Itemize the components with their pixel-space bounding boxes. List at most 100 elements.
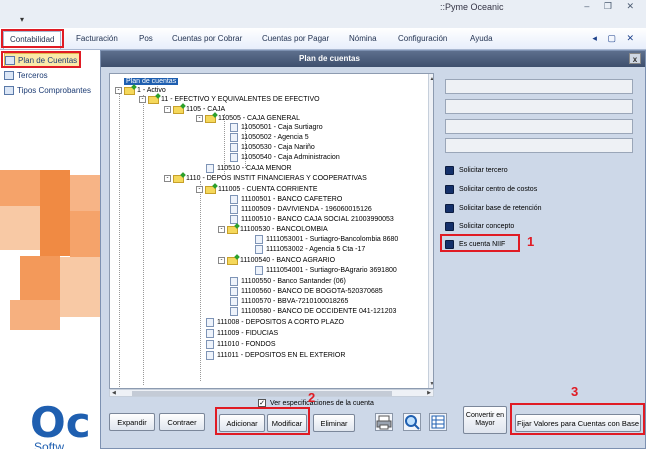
tree-node-label: 111011 - DEPOSITOS EN EL EXTERIOR <box>217 352 346 359</box>
folder-icon <box>173 105 184 114</box>
menu-cuentas-por-pagar[interactable]: Cuentas por Pagar <box>262 34 329 43</box>
menu-ayuda[interactable]: Ayuda <box>470 34 493 43</box>
tree-node-label: 1111054001 - Surtiagro-BAgrario 3691800 <box>266 267 397 274</box>
account-tree[interactable]: Plan de cuentas - 1 - Activo - 11 - EFECTI… <box>109 73 434 389</box>
tree-node[interactable]: 1111054001 - Surtiagro-BAgrario 3691800 <box>255 266 397 275</box>
tree-node[interactable]: 11100550 - Banco Santander (06) <box>230 277 346 286</box>
sidebar-item-tipos-comprobantes[interactable]: Tipos Comprobantes <box>4 83 91 97</box>
collapse-icon[interactable]: - <box>164 106 171 113</box>
tree-node[interactable]: 1111053001 - Surtiagro-Bancolombia 8680 <box>255 235 398 244</box>
tree-node-label: 1 - Activo <box>137 87 166 94</box>
tree-node[interactable]: 11050540 - Caja Administracion <box>230 153 340 162</box>
tree-node-label: 11050502 - Agencia 5 <box>241 134 309 141</box>
tree-horizontal-scrollbar[interactable]: ◀ ▶ <box>109 389 434 397</box>
scroll-up-icon[interactable]: ▲ <box>429 76 433 83</box>
tree-node[interactable]: - 110505 - CAJA GENERAL <box>196 114 300 123</box>
tree-node-label: 11100530 - BANCOLOMBIA <box>240 226 328 233</box>
highlight-contabilidad <box>1 29 64 48</box>
scroll-right-icon[interactable]: ▶ <box>427 390 431 396</box>
modificar-button[interactable]: Modificar <box>267 414 307 432</box>
tree-node[interactable]: 11050501 - Caja Surtiagro <box>230 123 323 132</box>
print-icon[interactable] <box>375 413 393 431</box>
menu-nomina[interactable]: Nómina <box>349 34 377 43</box>
account-field-3[interactable] <box>445 119 633 134</box>
sidebar-item-terceros[interactable]: Terceros <box>4 68 48 82</box>
tree-node[interactable]: 11050530 - Caja Nariño <box>230 143 315 152</box>
menu-pos[interactable]: Pos <box>139 34 153 43</box>
tree-node[interactable]: - 1110 - DEPOS INSTIT FINANCIERAS Y COOPE… <box>164 174 367 183</box>
logo-cube <box>0 170 40 206</box>
tree-node[interactable]: 1111053002 - Agencia 5 Cta -17 <box>255 245 365 254</box>
checkbox[interactable] <box>445 204 454 213</box>
tree-node-label: 11100509 - DAVIVIENDA - 196060015126 <box>241 206 372 213</box>
scroll-thumb[interactable] <box>132 391 392 396</box>
tree-node[interactable]: 111009 - FIDUCIAS <box>206 329 278 338</box>
collapse-icon[interactable]: - <box>115 87 122 94</box>
expandir-button[interactable]: Expandir <box>109 413 155 431</box>
mdi-controls[interactable]: ◂ ▢ ✕ <box>592 33 638 44</box>
table-view-icon[interactable] <box>429 413 447 431</box>
tree-node[interactable]: 110510 - CAJA MENOR <box>206 164 292 173</box>
checkbox[interactable] <box>445 222 454 231</box>
document-icon <box>230 195 238 204</box>
tree-node[interactable]: 11100501 - BANCO CAFETERO <box>230 195 342 204</box>
tree-node[interactable]: 11100570 - BBVA-7210100018265 <box>230 297 348 306</box>
solicitar-tercero-option[interactable]: Solicitar tercero <box>445 165 508 176</box>
collapse-icon[interactable]: - <box>196 115 203 122</box>
tree-node[interactable]: 11100510 - BANCO CAJA SOCIAL 21003990053 <box>230 215 394 224</box>
tree-node[interactable]: 111010 - FONDOS <box>206 340 276 349</box>
option-label: Solicitar tercero <box>459 167 508 174</box>
collapse-icon[interactable]: - <box>164 175 171 182</box>
tree-node-label: 11050501 - Caja Surtiagro <box>241 124 323 131</box>
tree-node[interactable]: 11100580 - BANCO DE OCCIDENTE 041-121203 <box>230 307 396 316</box>
checkbox[interactable] <box>445 166 454 175</box>
folder-icon <box>227 256 238 265</box>
menu-bar: Contabilidad Facturación Pos Cuentas por… <box>0 28 646 50</box>
tree-node[interactable]: 11100509 - DAVIVIENDA - 196060015126 <box>230 205 372 214</box>
tree-node[interactable]: - 111005 - CUENTA CORRIENTE <box>196 185 318 194</box>
tree-node-label: 11100580 - BANCO DE OCCIDENTE 041-121203 <box>241 308 397 315</box>
menu-cuentas-por-cobrar[interactable]: Cuentas por Cobrar <box>172 34 242 43</box>
tree-node-label: 11100550 - Banco Santander (06) <box>241 278 346 285</box>
search-icon[interactable] <box>403 413 421 431</box>
scroll-down-icon[interactable]: ▼ <box>429 381 433 388</box>
contraer-button[interactable]: Contraer <box>159 413 205 431</box>
scroll-left-icon[interactable]: ◀ <box>112 390 116 396</box>
collapse-icon[interactable]: - <box>218 257 225 264</box>
adicionar-button[interactable]: Adicionar <box>219 414 265 432</box>
tree-node[interactable]: 111011 - DEPOSITOS EN EL EXTERIOR <box>206 351 345 360</box>
tree-node[interactable]: 111008 - DEPOSITOS A CORTO PLAZO <box>206 318 344 327</box>
tree-node[interactable]: 11050502 - Agencia 5 <box>230 133 309 142</box>
document-icon <box>230 287 238 296</box>
tree-node[interactable]: - 11100530 - BANCOLOMBIA <box>218 225 328 234</box>
solicitar-base-retencion-option[interactable]: Solicitar base de retención <box>445 203 542 214</box>
close-icon[interactable]: x <box>629 53 641 64</box>
quick-access-dropdown-icon[interactable]: ▾ <box>20 15 24 24</box>
folder-icon <box>227 225 238 234</box>
tree-node-label: 111010 - FONDOS <box>217 341 276 348</box>
convertir-en-mayor-button[interactable]: Convertir en Mayor <box>463 406 507 434</box>
window-controls[interactable]: ‒ ❐ ✕ <box>584 1 640 12</box>
checkbox[interactable] <box>445 185 454 194</box>
tree-vertical-scrollbar[interactable]: ▲ ▼ <box>428 74 433 388</box>
account-field-2[interactable] <box>445 99 633 114</box>
account-field-4[interactable] <box>445 138 633 153</box>
tree-node[interactable]: 11100560 - BANCO DE BOGOTA-520370685 <box>230 287 383 296</box>
tree-node[interactable]: - 11100540 - BANCO AGRARIO <box>218 256 335 265</box>
ver-especificaciones-option[interactable]: ✓ Ver especificaciones de la cuenta <box>258 399 374 407</box>
fijar-valores-button[interactable]: Fijar Valores para Cuentas con Base <box>515 414 641 432</box>
account-field-1[interactable] <box>445 79 633 94</box>
solicitar-centro-costos-option[interactable]: Solicitar centro de costos <box>445 184 537 195</box>
sidebar-item-label: Terceros <box>17 70 48 80</box>
solicitar-concepto-option[interactable]: Solicitar concepto <box>445 221 514 232</box>
menu-configuracion[interactable]: Configuración <box>398 34 447 43</box>
collapse-icon[interactable]: - <box>139 96 146 103</box>
tree-node[interactable]: - 11 - EFECTIVO Y EQUIVALENTES DE EFECTIV… <box>139 95 320 104</box>
document-icon <box>206 318 214 327</box>
menu-facturacion[interactable]: Facturación <box>76 34 118 43</box>
collapse-icon[interactable]: - <box>218 226 225 233</box>
collapse-icon[interactable]: - <box>196 186 203 193</box>
eliminar-button[interactable]: Eliminar <box>313 414 355 432</box>
plan-de-cuentas-dialog: Plan de cuentas x Plan de cuentas - 1 - A… <box>100 50 646 449</box>
checkbox-checked[interactable]: ✓ <box>258 399 266 407</box>
